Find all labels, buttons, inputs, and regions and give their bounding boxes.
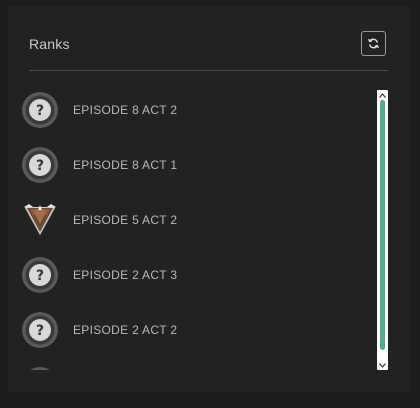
list-item[interactable]: EPISODE 5 ACT 2 xyxy=(21,198,361,242)
rank-label: EPISODE 2 ACT 3 xyxy=(73,268,178,282)
list-item[interactable] xyxy=(21,363,361,370)
unranked-icon: ? xyxy=(21,256,59,294)
refresh-button[interactable] xyxy=(361,31,386,56)
refresh-icon xyxy=(368,38,379,49)
unranked-icon: ? xyxy=(21,91,59,129)
scroll-thumb[interactable] xyxy=(380,100,385,350)
header-divider xyxy=(29,70,388,71)
list-item[interactable]: ? EPISODE 8 ACT 2 xyxy=(21,88,361,132)
scroll-down-button[interactable] xyxy=(377,360,388,370)
list-scrollbar[interactable] xyxy=(377,90,388,370)
svg-text:?: ? xyxy=(36,268,44,284)
list-item[interactable]: ? EPISODE 2 ACT 3 xyxy=(21,253,361,297)
chevron-down-icon xyxy=(379,362,386,368)
rank-label: EPISODE 5 ACT 2 xyxy=(73,213,178,227)
unranked-icon: ? xyxy=(21,146,59,184)
svg-text:?: ? xyxy=(36,323,44,339)
ranks-list[interactable]: ? EPISODE 8 ACT 2 ? EPISODE 8 ACT 1 EPIS… xyxy=(21,80,371,370)
rank-label: EPISODE 2 ACT 2 xyxy=(73,323,178,337)
list-item[interactable]: ? EPISODE 2 ACT 2 xyxy=(21,308,361,352)
rank-label: EPISODE 8 ACT 1 xyxy=(73,158,178,172)
rank-label: EPISODE 8 ACT 2 xyxy=(73,103,178,117)
list-item[interactable]: ? EPISODE 8 ACT 1 xyxy=(21,143,361,187)
svg-text:?: ? xyxy=(36,158,44,174)
panel-header: Ranks xyxy=(29,30,389,70)
chevron-up-icon xyxy=(379,92,386,98)
svg-text:?: ? xyxy=(36,103,44,119)
unranked-icon: ? xyxy=(21,311,59,349)
panel-title: Ranks xyxy=(29,36,70,52)
unranked-icon xyxy=(21,366,59,370)
scroll-up-button[interactable] xyxy=(377,90,388,100)
bronze-rank-icon xyxy=(21,201,59,239)
